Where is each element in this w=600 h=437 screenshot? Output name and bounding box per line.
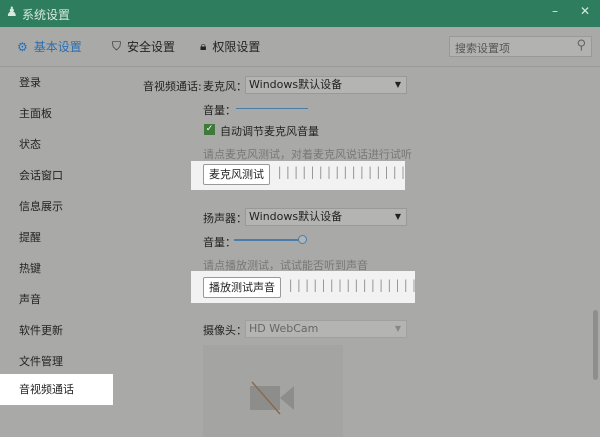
sidebar-item-info-display[interactable]: 信息展示	[0, 191, 113, 222]
search-icon[interactable]: ⚲	[576, 38, 586, 53]
speaker-level-meter: ||||||||||||||||	[287, 278, 419, 292]
camera-device-select[interactable]: HD WebCam ▼	[245, 320, 407, 338]
speaker-volume-thumb[interactable]	[298, 235, 308, 244]
sidebar-item-reminder[interactable]: 提醒	[0, 222, 113, 253]
speaker-volume-slider[interactable]	[234, 239, 306, 241]
tab-label: 权限设置	[212, 40, 261, 54]
auto-adjust-checkbox[interactable]: ✓	[204, 124, 215, 135]
shield-icon: ⛉	[112, 39, 122, 53]
scrollbar-thumb[interactable]	[593, 310, 598, 380]
sidebar-item-software-update[interactable]: 软件更新	[0, 315, 113, 346]
camera-label: 摄像头：	[203, 324, 247, 337]
close-button[interactable]: ✕	[580, 4, 590, 18]
camera-off-icon	[250, 381, 294, 415]
sidebar-item-status[interactable]: 状态	[0, 129, 113, 160]
sidebar-item-av-call[interactable]: 音视频通话	[0, 374, 113, 405]
mic-hint: 请点麦克风测试，对着麦克风说话进行试听	[203, 148, 412, 161]
title-bar: ♟ 系统设置 – ✕	[0, 0, 600, 27]
tab-security-settings[interactable]: ⛉ 安全设置	[112, 38, 175, 55]
tab-label: 基本设置	[33, 40, 82, 54]
speaker-test-button[interactable]: 播放测试声音	[203, 277, 281, 298]
minimize-button[interactable]: –	[552, 4, 558, 18]
toolbar: ⚙ 基本设置 ⛉ 安全设置 🔒︎ 权限设置 搜索设置项 ⚲	[0, 27, 600, 67]
camera-device-value: HD WebCam	[249, 322, 319, 335]
mic-device-select[interactable]: Windows默认设备 ▼	[245, 76, 407, 94]
sidebar: 登录 主面板 状态 会话窗口 信息展示 提醒 热键 声音 软件更新 文件管理 音…	[0, 67, 113, 437]
sidebar-item-sound[interactable]: 声音	[0, 284, 113, 315]
sidebar-item-hotkey[interactable]: 热键	[0, 253, 113, 284]
qq-penguin-icon: ♟	[6, 5, 18, 20]
speaker-label: 扬声器：	[203, 212, 247, 225]
search-input[interactable]: 搜索设置项 ⚲	[449, 36, 592, 57]
tab-permission-settings[interactable]: 🔒︎ 权限设置	[200, 38, 260, 55]
lock-icon: 🔒︎	[200, 39, 207, 53]
scrollbar[interactable]	[591, 67, 600, 437]
sidebar-item-file-management[interactable]: 文件管理	[0, 346, 113, 377]
speaker-device-value: Windows默认设备	[249, 210, 343, 223]
section-label: 音视频通话:	[143, 80, 202, 93]
camera-preview	[203, 345, 343, 437]
mic-level-meter: ||||||||||||||||	[276, 165, 408, 179]
tab-label: 安全设置	[127, 40, 176, 54]
window-title: 系统设置	[22, 8, 71, 22]
mic-test-button[interactable]: 麦克风测试	[203, 164, 270, 185]
speaker-device-select[interactable]: Windows默认设备 ▼	[245, 208, 407, 226]
mic-volume-label: 音量：	[203, 104, 236, 117]
sidebar-item-login[interactable]: 登录	[0, 67, 113, 98]
chevron-down-icon: ▼	[394, 80, 401, 89]
chevron-down-icon: ▼	[394, 324, 401, 333]
mic-volume-meter	[236, 108, 308, 109]
chevron-down-icon: ▼	[394, 212, 401, 221]
search-placeholder: 搜索设置项	[455, 42, 510, 55]
gear-icon: ⚙	[17, 39, 28, 54]
auto-adjust-label: 自动调节麦克风音量	[220, 125, 319, 138]
mic-label: 麦克风：	[203, 80, 247, 93]
tab-basic-settings[interactable]: ⚙ 基本设置	[17, 38, 82, 55]
speaker-volume-label: 音量：	[203, 236, 236, 249]
mic-device-value: Windows默认设备	[249, 78, 343, 91]
sidebar-item-chat-window[interactable]: 会话窗口	[0, 160, 113, 191]
sidebar-item-main-panel[interactable]: 主面板	[0, 98, 113, 129]
